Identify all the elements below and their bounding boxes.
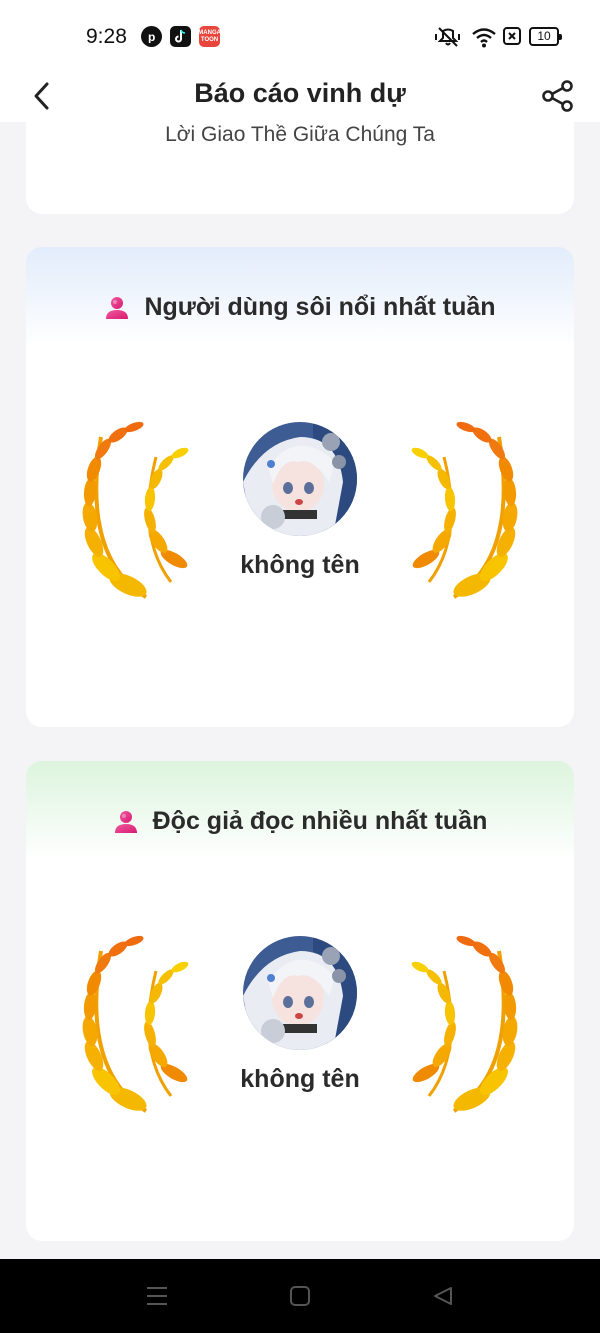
home-button[interactable] — [287, 1283, 313, 1309]
honor-card-top-reader[interactable]: Độc giả đọc nhiều nhất tuần không tên — [26, 761, 574, 1241]
previous-honor-card: Lời Giao Thề Giữa Chúng Ta — [26, 110, 574, 214]
avatar[interactable] — [243, 936, 357, 1050]
back-nav-button[interactable] — [430, 1283, 456, 1309]
card-header: Người dùng sôi nổi nhất tuần — [26, 293, 574, 322]
avatar[interactable] — [243, 422, 357, 536]
triangle-back-icon — [434, 1287, 452, 1305]
user-icon — [114, 810, 137, 833]
no-sim-icon — [502, 26, 522, 51]
card-title: Người dùng sôi nổi nhất tuần — [144, 293, 496, 321]
pinterest-icon: p — [141, 26, 162, 47]
recents-button[interactable] — [144, 1283, 170, 1309]
user-name[interactable]: không tên — [26, 1065, 574, 1094]
user-name[interactable]: không tên — [26, 551, 574, 580]
previous-card-text: Lời Giao Thề Giữa Chúng Ta — [165, 123, 435, 146]
card-title: Độc giả đọc nhiều nhất tuần — [152, 807, 488, 835]
share-icon — [542, 80, 573, 112]
page-title: Báo cáo vinh dự — [194, 78, 406, 108]
status-time: 9:28 — [86, 25, 127, 48]
screen: 9:28 p MANGA TOON 10 Lời Giao Thề Giữa C… — [0, 0, 600, 1333]
app-header: Báo cáo vinh dự — [0, 70, 600, 122]
user-icon — [106, 296, 129, 319]
honor-card-active-user[interactable]: Người dùng sôi nổi nhất tuần không tên — [26, 247, 574, 727]
wifi-icon — [471, 26, 497, 53]
card-header: Độc giả đọc nhiều nhất tuần — [26, 807, 574, 836]
system-nav-bar — [0, 1259, 600, 1333]
menu-icon — [147, 1287, 167, 1305]
silent-icon — [434, 26, 462, 53]
svg-text:p: p — [148, 30, 155, 43]
square-icon — [290, 1286, 310, 1306]
mangatoon-icon: MANGA TOON — [198, 26, 221, 47]
battery-indicator: 10 — [529, 27, 562, 46]
status-bar: 9:28 p MANGA TOON 10 — [0, 0, 600, 70]
share-button[interactable] — [538, 76, 578, 116]
tiktok-icon — [170, 26, 191, 47]
